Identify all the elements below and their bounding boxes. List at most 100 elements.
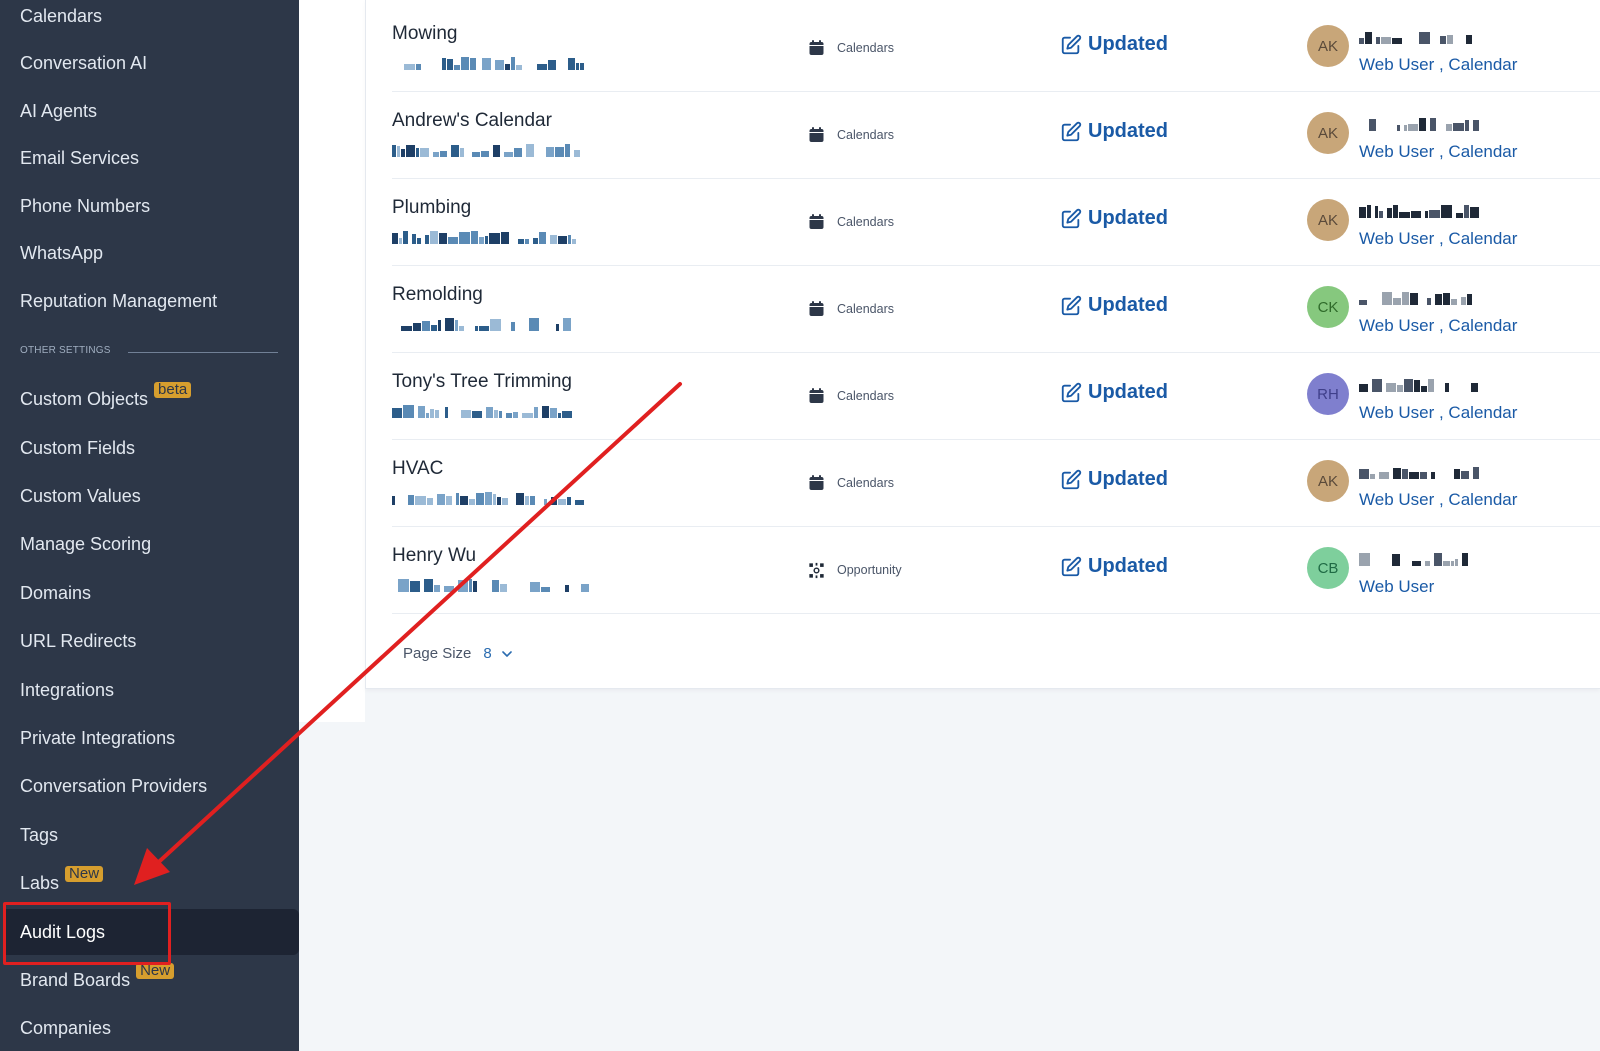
action-cell[interactable]: Updated <box>1060 207 1168 230</box>
module-cell: Calendars <box>808 213 894 230</box>
sidebar-item-label: Email Services <box>20 147 140 168</box>
redacted-user-name <box>1359 205 1479 218</box>
sidebar: Calendars Conversation AI AI Agents Emai… <box>0 0 299 1051</box>
module-cell: Opportunity <box>808 561 902 579</box>
module-label: Calendars <box>837 475 894 490</box>
log-entry-name: Tony's Tree Trimming <box>392 371 572 392</box>
main-content: Mowing Calendars Updated AK Web User , C… <box>299 0 1600 1051</box>
action-cell[interactable]: Updated <box>1060 33 1168 56</box>
table-row[interactable]: Andrew's Calendar Calendars Updated AK W… <box>392 90 1600 179</box>
action-label: Updated <box>1088 294 1168 316</box>
sidebar-item-label: Tags <box>20 824 59 845</box>
sidebar-item-labs[interactable]: Labs New <box>0 860 299 906</box>
edit-icon <box>1060 208 1082 230</box>
sidebar-item-label: Reputation Management <box>20 290 218 311</box>
action-cell[interactable]: Updated <box>1060 381 1168 404</box>
redacted-user-name <box>1359 467 1479 479</box>
log-entry-name: Andrew's Calendar <box>392 110 552 131</box>
log-entry-name: HVAC <box>392 458 444 479</box>
calendar-icon <box>808 474 825 491</box>
sidebar-item-label: Brand Boards <box>20 969 131 990</box>
sidebar-item-ai-agents[interactable]: AI Agents <box>0 88 299 134</box>
edit-icon <box>1060 34 1082 56</box>
redacted-detail <box>392 492 584 505</box>
source-label: Web User <box>1359 577 1435 596</box>
redacted-user-name <box>1359 32 1472 44</box>
sidebar-item-label: Domains <box>20 582 92 603</box>
audit-log-table: Mowing Calendars Updated AK Web User , C… <box>365 0 1600 689</box>
table-row[interactable]: Plumbing Calendars Updated AK Web User ,… <box>392 177 1600 266</box>
sidebar-item-manage-scoring[interactable]: Manage Scoring <box>0 521 299 567</box>
sidebar-item-label: Calendars <box>20 5 103 26</box>
avatar: CB <box>1307 547 1349 589</box>
sidebar-item-label: Private Integrations <box>20 727 176 748</box>
sidebar-item-label: Phone Numbers <box>20 195 151 216</box>
calendar-icon <box>808 213 825 230</box>
table-row[interactable]: Tony's Tree Trimming Calendars Updated R… <box>392 351 1600 440</box>
sidebar-item-label: Custom Objects <box>20 388 149 409</box>
action-cell[interactable]: Updated <box>1060 468 1168 491</box>
log-entry-name: Henry Wu <box>392 545 477 566</box>
table-row[interactable]: Mowing Calendars Updated AK Web User , C… <box>392 3 1600 92</box>
redacted-user-name <box>1359 292 1472 305</box>
sidebar-item-label: WhatsApp <box>20 242 104 263</box>
log-entry-name: Mowing <box>392 23 458 44</box>
sidebar-item-label: Conversation Providers <box>20 775 208 796</box>
sidebar-item-url-redirects[interactable]: URL Redirects <box>0 618 299 664</box>
sidebar-item-whatsapp[interactable]: WhatsApp <box>0 230 299 276</box>
redacted-detail <box>392 405 572 418</box>
sidebar-item-label: Conversation AI <box>20 52 148 73</box>
action-label: Updated <box>1088 468 1168 490</box>
sidebar-item-custom-objects[interactable]: Custom Objects beta <box>0 376 299 422</box>
redacted-detail <box>401 318 571 331</box>
annotation-highlight-box <box>3 902 171 965</box>
module-cell: Calendars <box>808 387 894 404</box>
module-label: Opportunity <box>837 562 902 577</box>
sidebar-item-calendars[interactable]: Calendars <box>0 0 299 39</box>
sidebar-item-integrations[interactable]: Integrations <box>0 667 299 713</box>
action-cell[interactable]: Updated <box>1060 120 1168 143</box>
avatar: AK <box>1307 199 1349 241</box>
avatar: AK <box>1307 460 1349 502</box>
sidebar-item-custom-fields[interactable]: Custom Fields <box>0 425 299 471</box>
avatar: AK <box>1307 112 1349 154</box>
new-badge: New <box>65 866 104 882</box>
sidebar-item-reputation-management[interactable]: Reputation Management <box>0 278 299 324</box>
sidebar-item-companies[interactable]: Companies <box>0 1005 299 1051</box>
table-row[interactable]: Remolding Calendars Updated CK Web User … <box>392 264 1600 353</box>
sidebar-item-tags[interactable]: Tags <box>0 812 299 858</box>
table-row[interactable]: HVAC Calendars Updated AK Web User , Cal… <box>392 438 1600 527</box>
sidebar-item-email-services[interactable]: Email Services <box>0 135 299 181</box>
edit-icon <box>1060 295 1082 317</box>
log-entry-name: Plumbing <box>392 197 472 218</box>
module-label: Calendars <box>837 40 894 55</box>
module-label: Calendars <box>837 388 894 403</box>
sidebar-item-custom-values[interactable]: Custom Values <box>0 473 299 519</box>
redacted-detail <box>392 144 580 157</box>
action-label: Updated <box>1088 207 1168 229</box>
sidebar-item-domains[interactable]: Domains <box>0 570 299 616</box>
avatar: RH <box>1307 373 1349 415</box>
page-size-value: 8 <box>483 645 492 662</box>
action-label: Updated <box>1088 120 1168 142</box>
sidebar-item-private-integrations[interactable]: Private Integrations <box>0 715 299 761</box>
sidebar-item-label: Custom Fields <box>20 437 136 458</box>
calendar-icon <box>808 300 825 317</box>
action-cell[interactable]: Updated <box>1060 294 1168 317</box>
opportunity-icon <box>808 561 825 579</box>
sidebar-item-label: AI Agents <box>20 100 98 121</box>
source-label: Web User , Calendar <box>1359 490 1518 509</box>
action-cell[interactable]: Updated <box>1060 555 1168 578</box>
sidebar-item-label: URL Redirects <box>20 630 137 651</box>
page-size-label: Page Size <box>403 645 472 662</box>
new-badge: New <box>136 963 175 979</box>
sidebar-item-phone-numbers[interactable]: Phone Numbers <box>0 183 299 229</box>
log-entry-name: Remolding <box>392 284 483 305</box>
table-row[interactable]: Henry Wu Opportunity Updated CB Web User <box>392 525 1600 614</box>
page-size-control[interactable]: Page Size 8 <box>403 645 514 662</box>
sidebar-item-conversation-providers[interactable]: Conversation Providers <box>0 763 299 809</box>
sidebar-item-conversation-ai[interactable]: Conversation AI <box>0 40 299 86</box>
edit-icon <box>1060 469 1082 491</box>
redacted-user-name <box>1359 379 1478 392</box>
chevron-down-icon <box>500 647 514 661</box>
